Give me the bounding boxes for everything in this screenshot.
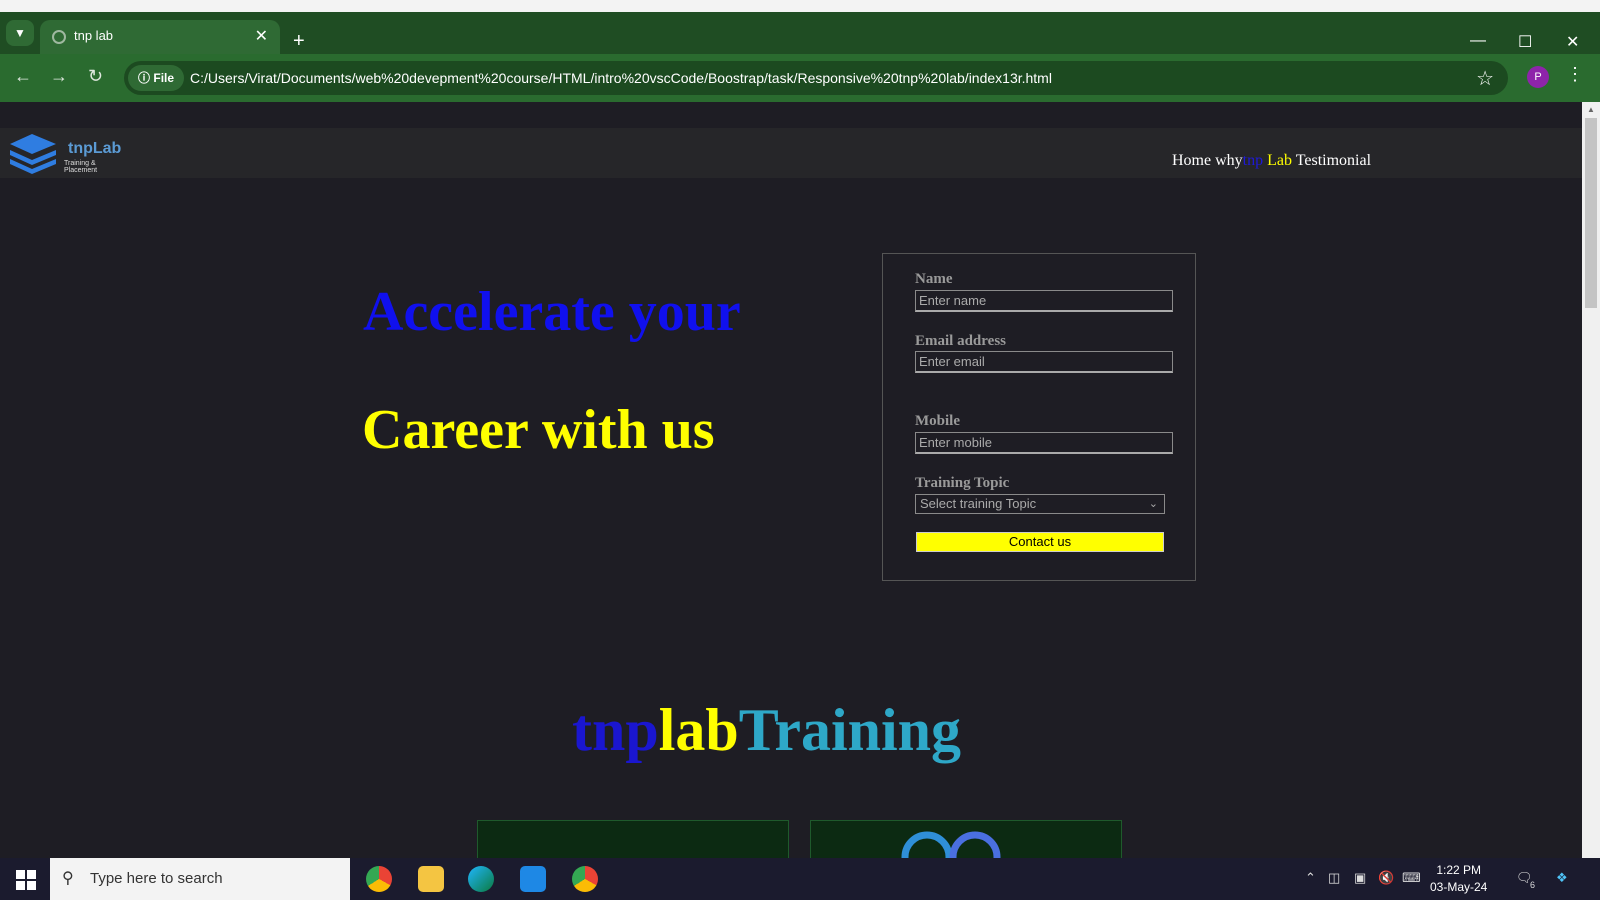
window-top-strip [0,0,1600,12]
keyboard-icon[interactable]: ⌨ [1402,870,1421,886]
search-icon: ⚲ [62,870,74,887]
speaker-muted-icon[interactable]: 🔇 [1378,870,1394,886]
page-scrollbar[interactable]: ▲ [1582,102,1600,858]
topic-label: Training Topic [915,475,1010,491]
reload-icon[interactable]: ↻ [88,66,103,87]
vscode-icon[interactable] [520,866,546,892]
hero-headline-line1: Accelerate your [363,281,741,343]
browser-tab[interactable]: tnp lab ✕ [40,20,280,54]
notification-count: 6 [1530,880,1536,890]
tab-search-dropdown[interactable]: ▼ [6,20,34,46]
tnplab-logo[interactable]: tnpLab Training & Placement [6,128,126,178]
tab-bar: ▼ tnp lab ✕ + — ☐ ✕ [0,12,1600,54]
window-close-icon[interactable]: ✕ [1566,32,1579,52]
section-heading-part3: Training [738,697,962,763]
new-tab-button[interactable]: + [293,30,305,53]
devops-infinity-icon [901,831,1001,858]
topic-selected-value: Select training Topic [920,496,1037,511]
close-icon[interactable]: ✕ [255,26,268,46]
url-text: C:/Users/Virat/Documents/web%20devepment… [190,70,1052,86]
globe-icon [52,30,66,44]
back-icon[interactable]: ← [14,66,32,87]
mobile-label: Mobile [915,413,960,429]
chevron-down-icon: ⌄ [1148,498,1158,510]
nav-link-why[interactable]: why [1215,152,1243,169]
copilot-icon[interactable]: ❖ [1556,870,1568,886]
mobile-input[interactable]: Enter mobile [915,432,1173,454]
nav-link-lab[interactable]: Lab [1267,152,1292,169]
section-heading-part1: tnp [572,697,659,763]
stack-logo-icon [10,134,56,174]
maximize-icon[interactable]: ☐ [1518,32,1532,52]
section-heading: tnplabTraining [572,696,961,765]
hero-headline-line2: Career with us [362,399,715,461]
url-omnibox[interactable]: ⓘ File C:/Users/Virat/Documents/web%20de… [124,61,1508,95]
chrome-icon[interactable] [366,866,392,892]
windows-taskbar: ⚲ Type here to search ⌃ ◫ ▣ 🔇 ⌨ 1:22 PM … [0,858,1600,900]
brand-name: tnpLab [68,140,122,157]
name-input[interactable]: Enter name [915,290,1173,312]
info-icon: ⓘ [138,71,151,85]
nav-link-testimonial[interactable]: Testimonial [1296,152,1371,169]
address-bar: ← → ↻ ⓘ File C:/Users/Virat/Documents/we… [0,54,1600,102]
section-heading-part2: lab [658,697,739,763]
camera-icon[interactable]: ▣ [1354,870,1366,886]
nav-links: Home whytnp Lab Testimonial [1172,152,1371,170]
bookmark-star-icon[interactable]: ☆ [1476,66,1494,91]
site-info-chip[interactable]: ⓘ File [128,65,185,91]
taskbar-clock[interactable]: 1:22 PM 03-May-24 [1430,862,1487,896]
brand-tagline: Training & Placement [64,160,98,174]
nav-link-tnp[interactable]: tnp [1243,152,1263,169]
topic-select[interactable]: Select training Topic ⌄ [915,494,1165,514]
battery-icon[interactable]: ◫ [1328,870,1340,886]
scrollbar-thumb[interactable] [1585,118,1597,308]
name-label: Name [915,271,953,287]
windows-start-icon[interactable] [16,870,36,890]
chevron-down-icon: ▼ [14,26,26,40]
forward-icon[interactable]: → [50,66,68,87]
taskbar-search-placeholder: Type here to search [90,870,223,887]
clock-date: 03-May-24 [1430,880,1488,894]
edge-icon[interactable] [468,866,494,892]
page-viewport: tnpLab Training & Placement Home whytnp … [0,102,1582,858]
more-menu-icon[interactable]: ⋮ [1566,64,1584,85]
email-label: Email address [915,333,1006,349]
tab-title: tnp lab [74,28,114,43]
training-card[interactable] [810,820,1122,858]
nav-link-home[interactable]: Home [1172,152,1211,169]
chrome-profile-icon[interactable] [572,866,598,892]
site-navbar: tnpLab Training & Placement Home whytnp … [0,128,1582,178]
file-chip-label: File [153,71,175,85]
contact-form: Name Enter name Email address Enter emai… [882,253,1196,581]
profile-avatar[interactable]: P [1527,66,1549,88]
scroll-up-icon[interactable]: ▲ [1587,105,1595,114]
contact-us-button[interactable]: Contact us [916,532,1164,552]
file-explorer-icon[interactable] [418,866,444,892]
email-input[interactable]: Enter email [915,351,1173,373]
minimize-icon[interactable]: — [1470,32,1486,50]
taskbar-search[interactable]: ⚲ Type here to search [50,858,350,900]
tray-chevron-up-icon[interactable]: ⌃ [1305,870,1316,886]
training-card[interactable] [477,820,789,858]
clock-time: 1:22 PM [1436,863,1482,877]
